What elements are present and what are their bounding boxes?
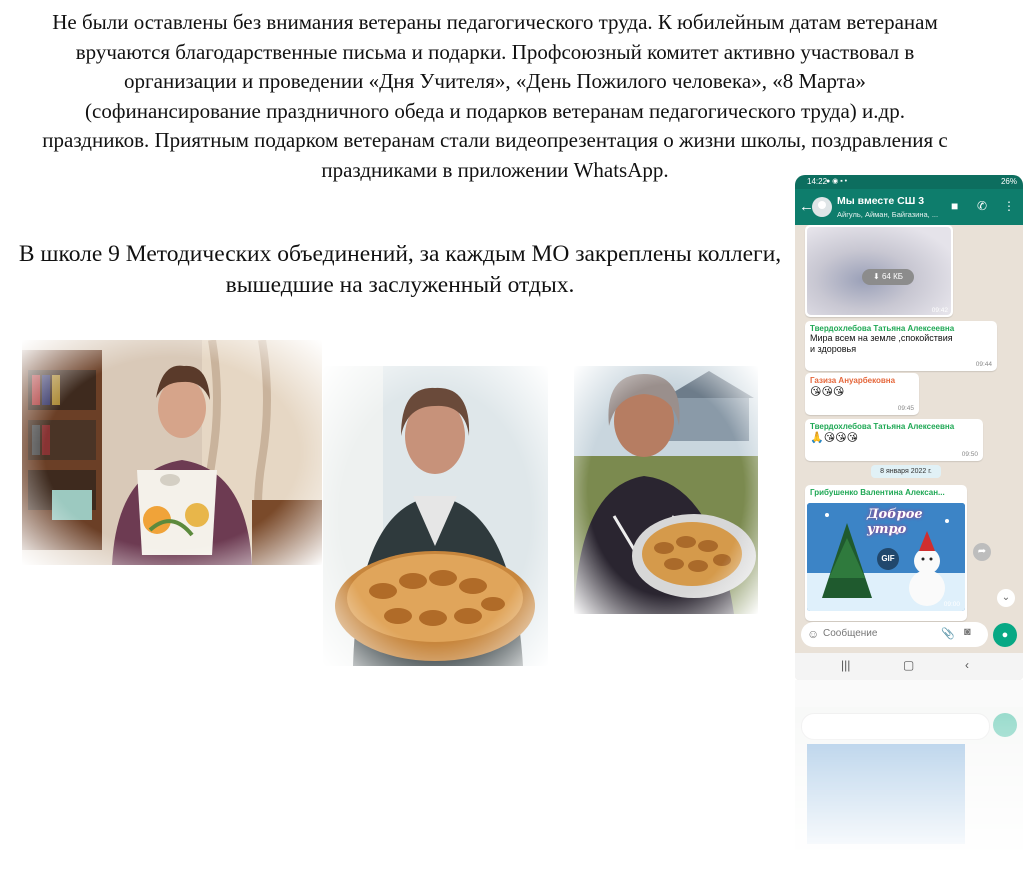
gif-caption: Доброе утро xyxy=(867,507,923,537)
home-icon[interactable]: ▢ xyxy=(903,658,914,672)
group-avatar[interactable] xyxy=(812,197,832,217)
chat-header: ← Мы вместе СШ 3 Айгуль, Айман, Байгазин… xyxy=(795,189,1023,225)
paragraph-veterans: Не были оставлены без внимания ветераны … xyxy=(42,10,948,182)
message-time: 09:00 xyxy=(943,601,960,608)
sender-name: Грибушенко Валентина Алексан... xyxy=(810,488,945,497)
sender-name: Твердохлебова Татьяна Алексеевна xyxy=(810,324,955,333)
group-name[interactable]: Мы вместе СШ 3 xyxy=(837,195,924,207)
gif-badge[interactable]: GIF xyxy=(877,548,899,570)
microphone-icon[interactable]: ● xyxy=(993,623,1017,647)
text-message[interactable]: Твердохлебова Татьяна Алексеевна Мира вс… xyxy=(805,321,997,371)
video-call-icon[interactable]: ■ xyxy=(951,199,958,213)
recent-apps-icon[interactable]: ||| xyxy=(841,658,850,672)
more-menu-icon[interactable]: ⋮ xyxy=(1003,199,1015,213)
group-members: Айгуль, Айман, Байгазина, ... xyxy=(837,210,939,219)
sender-name: Газиза Ануарбековна xyxy=(810,376,896,385)
gif-image[interactable]: Доброе утро GIF 09:00 xyxy=(807,503,965,611)
image-message[interactable]: ⬇ 64 КБ 09:42 xyxy=(805,225,953,317)
message-time: 09:42 xyxy=(931,307,948,314)
back-nav-icon[interactable]: ‹ xyxy=(965,658,969,672)
message-input[interactable]: Сообщение xyxy=(823,628,877,639)
status-icons: ● ◉ ▪ • xyxy=(826,178,848,185)
text-message[interactable]: Газиза Ануарбековна 😘😘😘 09:45 xyxy=(805,373,919,415)
message-time: 09:45 xyxy=(897,405,914,412)
whatsapp-screenshot: 14:22 ● ◉ ▪ • 26% ← Мы вместе СШ 3 Айгул… xyxy=(795,175,1023,680)
phone-call-icon[interactable]: ✆ xyxy=(977,199,987,213)
media-size: 64 КБ xyxy=(881,272,903,281)
attach-icon[interactable]: 📎 xyxy=(941,627,955,640)
sender-name: Твердохлебова Татьяна Алексеевна xyxy=(810,422,955,431)
status-bar: 14:22 ● ◉ ▪ • 26% xyxy=(795,175,1023,189)
message-text: 😘😘😘 xyxy=(810,386,845,398)
photo-veteran-with-bread xyxy=(323,366,548,666)
text-message[interactable]: Твердохлебова Татьяна Алексеевна 🙏😘😘😘 09… xyxy=(805,419,983,461)
message-input-bar[interactable]: ☺ Сообщение 📎 ◙ xyxy=(801,622,988,647)
camera-icon[interactable]: ◙ xyxy=(964,626,971,638)
message-time: 09:50 xyxy=(961,451,978,458)
emoji-icon[interactable]: ☺ xyxy=(807,627,819,641)
download-size-badge[interactable]: ⬇ 64 КБ xyxy=(862,269,914,285)
photo-veteran-outdoors xyxy=(574,366,758,614)
scroll-down-icon[interactable]: ⌄ xyxy=(997,589,1015,607)
message-text: Мира всем на земле ,спокойствия и здоров… xyxy=(810,333,953,354)
status-time: 14:22 xyxy=(807,177,828,186)
photo-veteran-with-gift xyxy=(22,340,322,565)
android-nav-bar: ||| ▢ ‹ xyxy=(795,653,1023,680)
gif-message[interactable]: Грибушенко Валентина Алексан... Доброе у… xyxy=(805,485,967,621)
date-separator: 8 января 2022 г. xyxy=(871,465,941,478)
phone-reflection xyxy=(795,680,1023,870)
message-time: 09:44 xyxy=(975,361,992,368)
paragraph-methodical: В школе 9 Методических объединений, за к… xyxy=(18,241,782,298)
battery-level: 26% xyxy=(1000,177,1017,186)
message-text: 🙏😘😘😘 xyxy=(810,432,859,444)
forward-icon[interactable]: ➦ xyxy=(973,543,991,561)
